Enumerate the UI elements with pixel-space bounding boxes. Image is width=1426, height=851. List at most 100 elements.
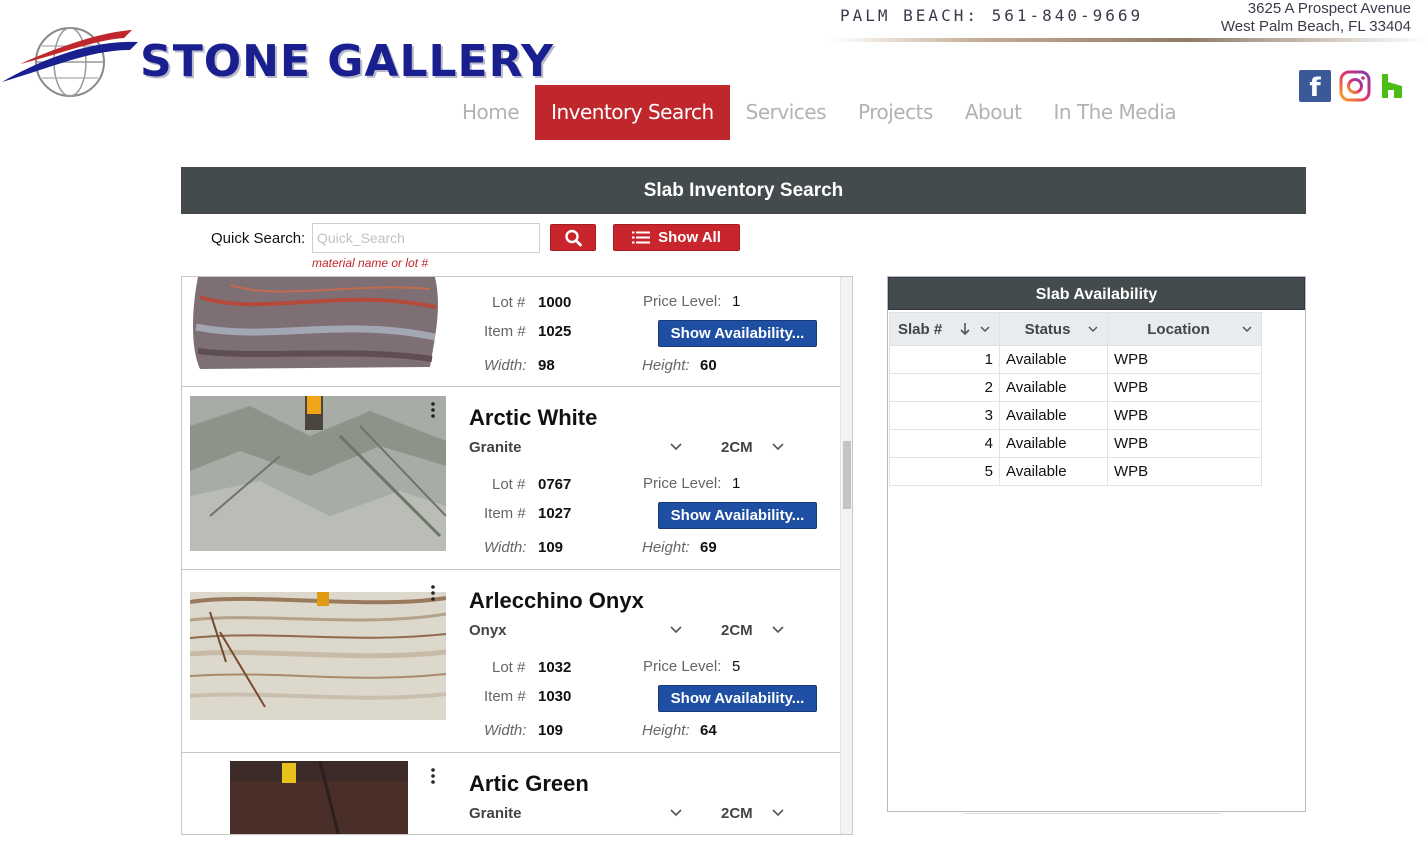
nav-in-the-media[interactable]: In The Media [1038,85,1193,140]
nav-about[interactable]: About [949,85,1038,140]
table-row[interactable]: 4 Available WPB [889,429,1262,458]
nav-projects[interactable]: Projects [842,85,949,140]
table-row[interactable]: 3 Available WPB [889,401,1262,430]
width-value: 109 [538,539,564,556]
slab-number: 1 [889,345,1000,374]
product-card: Arctic White Granite 2CM Lot # 0767 Pric… [182,387,841,570]
table-row[interactable]: 5 Available WPB [889,457,1262,486]
nav-services[interactable]: Services [730,85,842,140]
slab-status: Available [999,429,1108,458]
scrollbar-thumb[interactable] [843,441,851,509]
more-options-icon[interactable] [430,401,436,419]
logo-text: STONE GALLERY [140,36,554,87]
show-all-label: Show All [658,229,721,246]
slab-status: Available [999,401,1108,430]
more-options-icon[interactable] [430,767,436,785]
address-line-1: 3625 A Prospect Avenue [1247,0,1411,17]
item-label: Item # [484,688,526,705]
column-label: Status [1024,320,1071,338]
slab-status: Available [999,373,1108,402]
show-all-button[interactable]: Show All [613,224,740,251]
chevron-down-icon[interactable] [1087,325,1099,333]
slab-location: WPB [1107,457,1262,486]
slab-number: 3 [889,401,1000,430]
slab-location: WPB [1107,345,1262,374]
product-thickness: 2CM [721,805,753,822]
slab-location: WPB [1107,373,1262,402]
product-thickness: 2CM [721,439,753,456]
thickness-chevron-down-icon[interactable] [771,625,785,635]
price-level-value: 1 [732,293,741,310]
chevron-down-icon[interactable] [1241,325,1253,333]
address: 3625 A Prospect Avenue West Palm Beach, … [1221,0,1411,36]
width-value: 98 [538,357,555,374]
table-row[interactable]: 2 Available WPB [889,373,1262,402]
facebook-icon[interactable]: f [1299,70,1331,102]
product-image[interactable] [190,592,446,720]
divider [964,813,1220,814]
slab-availability-panel: Slab Availability Slab # Status Location… [887,276,1306,812]
lot-label: Lot # [492,294,526,311]
nav-home[interactable]: Home [446,85,535,140]
product-card: Lot # 1000 Price Level: 1 Item # 1025 Sh… [182,277,841,387]
column-header-location[interactable]: Location [1107,312,1262,346]
item-value: 1025 [538,323,572,340]
sort-descending-icon[interactable] [959,322,971,336]
width-label: Width: [484,539,527,556]
divider [830,38,1426,42]
type-chevron-down-icon[interactable] [669,442,683,452]
lot-value: 0767 [538,476,572,493]
height-label: Height: [642,539,690,556]
item-value: 1027 [538,505,572,522]
product-image[interactable] [190,277,440,371]
availability-table: Slab # Status Location 1 Available WPB 2… [889,312,1262,486]
type-chevron-down-icon[interactable] [669,808,683,818]
lot-value: 1000 [538,294,572,311]
lot-label: Lot # [492,659,526,676]
contact-bar: PALM BEACH: 561-840-9669 3625 A Prospect… [830,0,1426,46]
table-row[interactable]: 1 Available WPB [889,345,1262,374]
width-value: 109 [538,722,564,739]
search-icon [565,229,582,247]
houzz-icon[interactable] [1380,70,1404,102]
chevron-down-icon[interactable] [979,325,991,333]
slab-status: Available [999,457,1108,486]
availability-title: Slab Availability [888,277,1305,310]
search-button[interactable] [550,224,596,251]
results-list[interactable]: Lot # 1000 Price Level: 1 Item # 1025 Sh… [181,276,853,835]
column-label: Slab # [898,320,943,338]
column-header-slab[interactable]: Slab # [889,312,1000,346]
height-value: 60 [700,357,717,374]
more-options-icon[interactable] [430,584,436,602]
results-scrollbar[interactable] [840,277,852,834]
phone-number[interactable]: PALM BEACH: 561-840-9669 [840,6,1143,25]
instagram-icon[interactable] [1339,70,1371,102]
nav-inventory-search[interactable]: Inventory Search [535,85,730,140]
product-type: Granite [469,805,522,822]
lot-label: Lot # [492,476,526,493]
price-level-label: Price Level: [643,293,722,310]
thickness-chevron-down-icon[interactable] [771,808,785,818]
item-label: Item # [484,505,526,522]
column-header-status[interactable]: Status [999,312,1108,346]
height-value: 69 [700,539,717,556]
show-availability-button[interactable]: Show Availability... [658,685,817,712]
show-availability-button[interactable]: Show Availability... [658,320,817,347]
slab-number: 4 [889,429,1000,458]
slab-location: WPB [1107,401,1262,430]
product-image[interactable] [230,761,408,835]
product-image[interactable] [190,396,446,551]
thickness-chevron-down-icon[interactable] [771,442,785,452]
item-label: Item # [484,323,526,340]
quick-search-input[interactable] [312,223,540,253]
slab-number: 2 [889,373,1000,402]
type-chevron-down-icon[interactable] [669,625,683,635]
list-icon [632,231,651,244]
product-thickness: 2CM [721,622,753,639]
product-card: Arlecchino Onyx Onyx 2CM Lot # 1032 Pric… [182,570,841,753]
price-level-label: Price Level: [643,658,722,675]
show-availability-button[interactable]: Show Availability... [658,502,817,529]
quick-search-hint: material name or lot # [312,256,429,270]
product-card: Artic Green Granite 2CM [182,753,841,835]
slab-location: WPB [1107,429,1262,458]
